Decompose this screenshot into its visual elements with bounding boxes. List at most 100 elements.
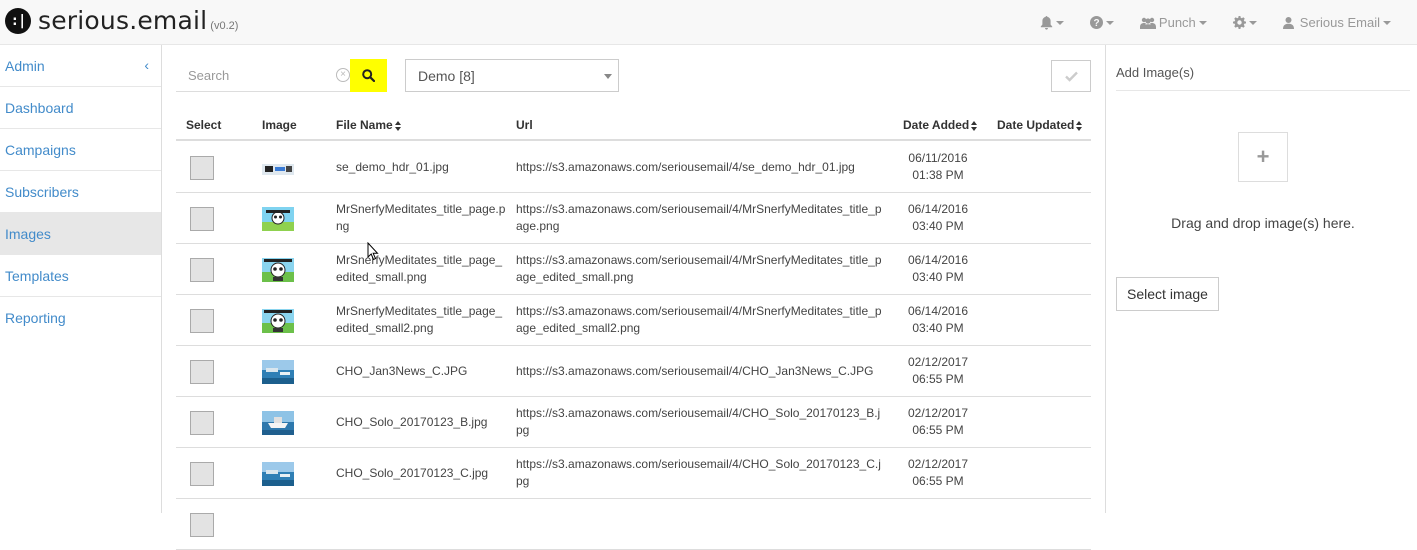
gear-icon [1232, 16, 1246, 29]
date-added-cell: 02/12/2017 06:55 PM [898, 456, 978, 490]
search-icon [362, 69, 375, 82]
header-date-added-label: Date Added [903, 118, 970, 132]
add-image-button[interactable]: + [1238, 132, 1288, 182]
select-checkbox[interactable] [190, 513, 214, 537]
sidebar-item-campaigns[interactable]: Campaigns [0, 129, 161, 171]
image-thumbnail [262, 258, 294, 282]
search-button[interactable] [350, 59, 387, 92]
select-checkbox[interactable] [190, 411, 214, 435]
image-thumbnail-cell[interactable] [262, 462, 294, 486]
brand[interactable]: :| serious.email (v0.2) [5, 6, 238, 35]
header-date-added[interactable]: Date Added [903, 118, 978, 132]
select-checkbox[interactable] [190, 462, 214, 486]
select-checkbox[interactable] [190, 156, 214, 180]
mouse-cursor-icon [367, 242, 379, 261]
url-cell: https://s3.amazonaws.com/seriousemail/4/… [516, 364, 874, 378]
brand-version: (v0.2) [210, 19, 239, 32]
sidebar-item-subscribers[interactable]: Subscribers [0, 171, 161, 213]
header-file-name-label: File Name [336, 118, 393, 132]
org-label: Punch [1158, 15, 1196, 30]
file-name-cell: MrSnerfyMeditates_title_page_edited_smal… [336, 253, 503, 284]
image-thumbnail-cell[interactable] [262, 207, 294, 231]
image-thumbnail [262, 411, 294, 435]
header-file-name[interactable]: File Name [336, 118, 402, 132]
sidebar-item-label: Templates [5, 267, 69, 284]
select-checkbox[interactable] [190, 360, 214, 384]
table-header: Select Image File Name Url Date Added Da… [176, 108, 1091, 141]
check-icon [1064, 71, 1078, 82]
date-added-date: 02/12/2017 [907, 355, 969, 369]
add-image-panel: Add Image(s) + Drag and drop image(s) he… [1105, 45, 1417, 513]
date-added-date: 06/11/2016 [908, 151, 968, 165]
chevron-down-icon [1198, 20, 1207, 25]
select-checkbox[interactable] [190, 309, 214, 333]
header-select: Select [186, 118, 222, 132]
date-added-date: 06/14/2016 [907, 253, 969, 267]
user-menu[interactable]: Serious Email [1270, 0, 1417, 45]
brand-logo: :| [5, 7, 31, 34]
sidebar-item-dashboard[interactable]: Dashboard [0, 87, 161, 129]
file-name-cell: CHO_Jan3News_C.JPG [336, 364, 468, 378]
sidebar: Admin ‹ Dashboard Campaigns Subscribers … [0, 45, 162, 513]
select-checkbox[interactable] [190, 258, 214, 282]
top-navbar: :| serious.email (v0.2) ? Punch Serious … [0, 0, 1417, 45]
date-added-cell: 06/14/2016 03:40 PM [898, 303, 978, 337]
clear-search-icon[interactable]: × [336, 68, 350, 82]
image-thumbnail-cell[interactable] [262, 309, 294, 333]
users-icon [1139, 17, 1156, 29]
image-thumbnail-cell[interactable] [262, 258, 294, 282]
settings-menu[interactable] [1220, 0, 1270, 45]
confirm-button[interactable] [1051, 60, 1091, 92]
image-thumbnail [262, 156, 294, 180]
bell-icon [1040, 15, 1053, 30]
sidebar-item-images[interactable]: Images [0, 213, 161, 255]
date-added-time: 03:40 PM [912, 321, 964, 335]
date-added-time: 06:55 PM [912, 474, 964, 488]
image-library: × Demo [8] Select Image File Name Url Da… [162, 45, 1105, 550]
select-image-button[interactable]: Select image [1116, 277, 1219, 311]
file-name-cell: MrSnerfyMeditates_title_page_edited_smal… [336, 304, 503, 335]
image-thumbnail [262, 360, 294, 384]
chevron-down-icon [1105, 20, 1114, 25]
help-menu[interactable]: ? [1077, 0, 1127, 45]
image-list-select[interactable]: Demo [8] [405, 59, 619, 92]
sidebar-item-admin[interactable]: Admin ‹ [0, 45, 161, 87]
org-menu[interactable]: Punch [1127, 0, 1220, 45]
sidebar-item-label: Dashboard [5, 99, 74, 116]
search-input[interactable] [176, 59, 350, 91]
sidebar-item-label: Campaigns [5, 141, 76, 158]
sidebar-item-reporting[interactable]: Reporting [0, 297, 161, 339]
drop-zone-text: Drag and drop image(s) here. [1171, 215, 1355, 231]
image-thumbnail-cell[interactable] [262, 360, 294, 384]
header-date-updated[interactable]: Date Updated [997, 118, 1083, 132]
date-added-date: 06/14/2016 [907, 202, 969, 216]
url-cell: https://s3.amazonaws.com/seriousemail/4/… [516, 304, 882, 335]
notifications-menu[interactable] [1027, 0, 1077, 45]
chevron-down-icon [1383, 20, 1391, 25]
table-row: CHO_Solo_20170123_B.jpg https://s3.amazon… [176, 397, 1091, 448]
date-added-date: 06/14/2016 [907, 304, 969, 318]
date-added-cell: 06/14/2016 03:40 PM [898, 252, 978, 286]
sort-icon [971, 120, 978, 131]
date-added-date: 02/12/2017 [907, 406, 969, 420]
sidebar-item-label: Admin [5, 57, 45, 74]
file-name-cell: se_demo_hdr_01.jpg [336, 160, 449, 174]
navbar-right: ? Punch Serious Email [1027, 0, 1417, 45]
sidebar-item-label: Images [5, 225, 51, 242]
date-added-cell: 06/11/2016 01:38 PM [898, 150, 978, 184]
sidebar-item-templates[interactable]: Templates [0, 255, 161, 297]
date-added-cell: 06/14/2016 03:40 PM [898, 201, 978, 235]
image-thumbnail [262, 309, 294, 333]
table-row: CHO_Jan3News_C.JPG https://s3.amazonaws.c… [176, 346, 1091, 397]
select-checkbox[interactable] [190, 207, 214, 231]
table-row: MrSnerfyMeditates_title_page_edited_smal… [176, 244, 1091, 295]
date-added-time: 01:38 PM [912, 168, 964, 182]
header-image: Image [262, 118, 297, 132]
chevron-left-icon[interactable]: ‹ [144, 57, 149, 73]
image-thumbnail-cell[interactable] [262, 156, 294, 180]
url-cell: https://s3.amazonaws.com/seriousemail/4/… [516, 253, 882, 284]
date-added-date: 02/12/2017 [907, 457, 969, 471]
table-row: MrSnerfyMeditates_title_page.png https://… [176, 193, 1091, 244]
user-icon [1282, 16, 1294, 29]
image-thumbnail-cell[interactable] [262, 411, 294, 435]
